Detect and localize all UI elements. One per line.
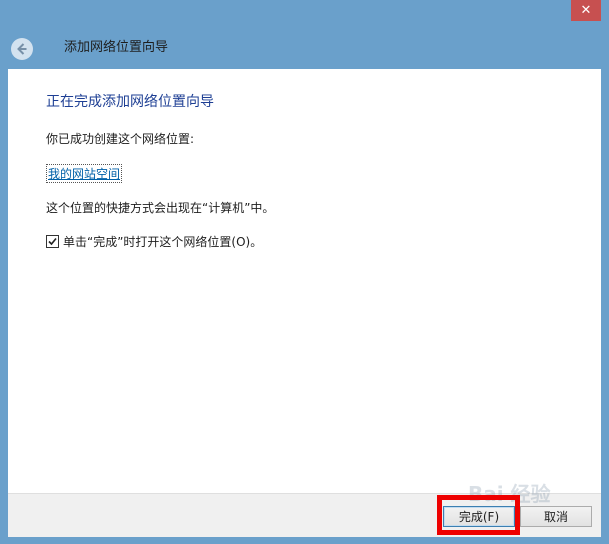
wizard-title: 添加网络位置向导 <box>64 40 169 55</box>
cancel-button[interactable]: 取消 <box>520 506 592 527</box>
network-location-link[interactable]: 我的网站空间 <box>46 164 123 183</box>
back-button[interactable] <box>11 38 33 60</box>
success-text: 你已成功创建这个网络位置: <box>46 132 195 146</box>
shortcut-text: 这个位置的快捷方式会出现在“计算机”中。 <box>46 201 275 215</box>
wizard-content: 正在完成添加网络位置向导 你已成功创建这个网络位置: 我的网站空间 这个位置的快… <box>8 69 601 493</box>
page-heading: 正在完成添加网络位置向导 <box>46 94 214 110</box>
close-icon: ✕ <box>580 3 592 18</box>
open-location-option[interactable]: 单击“完成”时打开这个网络位置(O)。 <box>46 233 262 250</box>
finish-button[interactable]: 完成(F) <box>443 506 515 527</box>
close-button[interactable]: ✕ <box>571 0 601 21</box>
open-location-checkbox[interactable] <box>46 235 59 248</box>
window-frame: ✕ 添加网络位置向导 正在完成添加网络位置向导 你已成功创建这个网络位置: 我的… <box>0 0 609 544</box>
checkmark-icon <box>48 237 57 246</box>
back-arrow-icon <box>17 43 27 55</box>
button-bar: 完成(F) 取消 <box>8 493 601 537</box>
open-location-label: 单击“完成”时打开这个网络位置(O)。 <box>63 235 263 249</box>
